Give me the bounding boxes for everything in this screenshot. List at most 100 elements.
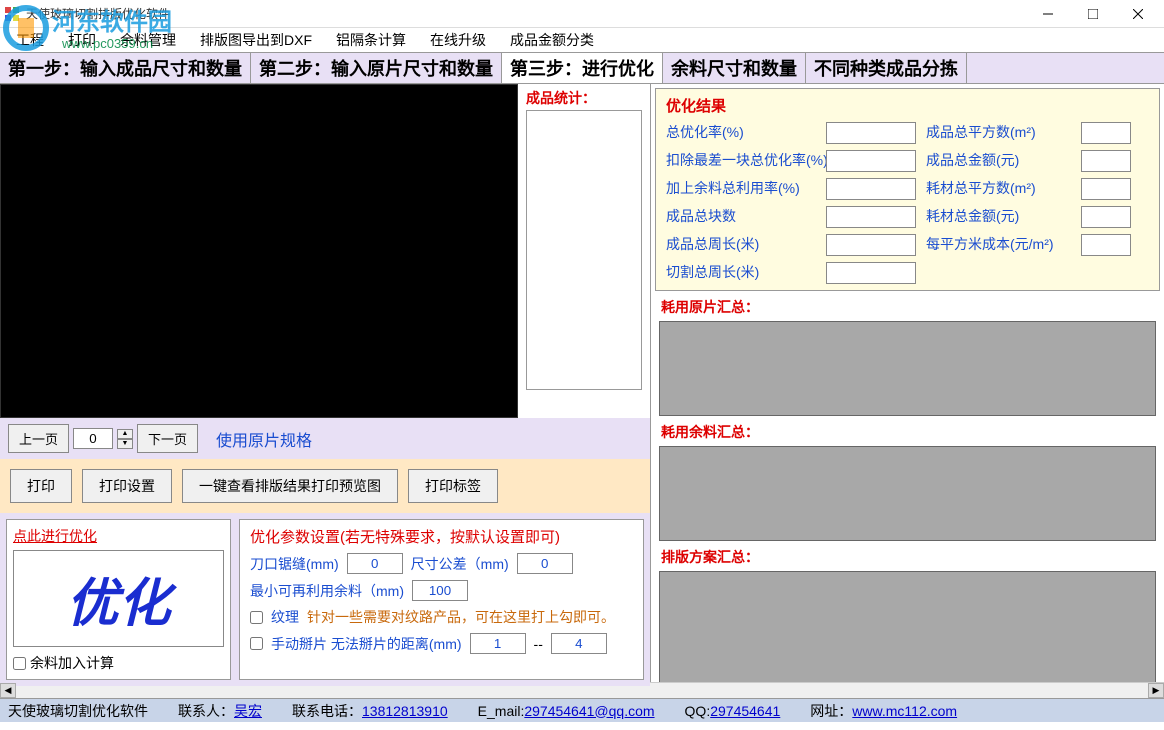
- layout-preview: [0, 84, 518, 418]
- print-settings-button[interactable]: 打印设置: [82, 469, 172, 503]
- page-down-button[interactable]: ▼: [117, 439, 133, 449]
- min-reuse-input[interactable]: [412, 580, 468, 601]
- result-label: 耗材总平方数(m²): [926, 178, 1071, 200]
- scroll-left-button[interactable]: ◀: [0, 683, 16, 698]
- min-reuse-label: 最小可再利用余料（mm): [250, 581, 404, 601]
- tab-step3[interactable]: 第三步：进行优化: [502, 53, 663, 83]
- result-label: 耗材总金额(元): [926, 206, 1071, 228]
- remainder-label: 余料加入计算: [30, 653, 114, 673]
- print-labels-button[interactable]: 打印标签: [408, 469, 498, 503]
- window-title: 天使玻璃切割排版优化软件: [26, 5, 1025, 22]
- maximize-button[interactable]: [1070, 1, 1115, 27]
- manual-input-2[interactable]: [551, 633, 607, 654]
- result-label: 成品总周长(米): [666, 234, 816, 256]
- page-input[interactable]: [73, 428, 113, 449]
- app-icon: [4, 6, 20, 22]
- texture-note: 针对一些需要对纹路产品，可在这里打上勾即可。: [307, 607, 615, 627]
- step-tabs: 第一步：输入成品尺寸和数量 第二步：输入原片尺寸和数量 第三步：进行优化 余料尺…: [0, 52, 1164, 84]
- manual-label: 手动掰片 无法掰片的距离(mm): [271, 634, 462, 654]
- result-label: 成品总块数: [666, 206, 816, 228]
- menubar: 工程 打印 余料管理 排版图导出到DXF 铝隔条计算 在线升级 成品金额分类: [0, 28, 1164, 52]
- results-box: 优化结果 总优化率(%) 成品总平方数(m²) 扣除最差一块总优化率(%) 成品…: [655, 88, 1160, 291]
- next-page-button[interactable]: 下一页: [137, 424, 198, 453]
- result-input-opt-rate[interactable]: [826, 122, 916, 144]
- result-input-perimeter[interactable]: [826, 234, 916, 256]
- spec-label: 使用原片规格: [216, 427, 312, 451]
- tab-remainder[interactable]: 余料尺寸和数量: [663, 53, 806, 83]
- tolerance-input[interactable]: [517, 553, 573, 574]
- optimize-button[interactable]: 优化: [13, 550, 224, 647]
- result-label: 总优化率(%): [666, 122, 816, 144]
- right-panel: 优化结果 总优化率(%) 成品总平方数(m²) 扣除最差一块总优化率(%) 成品…: [650, 84, 1164, 682]
- texture-label: 纹理: [271, 607, 299, 627]
- result-label: 扣除最差一块总优化率(%): [666, 150, 816, 172]
- params-title: 优化参数设置(若无特殊要求，按默认设置即可): [250, 526, 633, 547]
- remainder-summary-grid[interactable]: [659, 446, 1156, 541]
- section-layout-summary-label: 排版方案汇总：: [651, 545, 1164, 569]
- status-web: 网址：www.mc112.com: [810, 701, 957, 721]
- manual-sep: --: [534, 636, 543, 652]
- tab-step1[interactable]: 第一步：输入成品尺寸和数量: [0, 53, 251, 83]
- result-label: 成品总平方数(m²): [926, 122, 1071, 144]
- result-input-total-pieces[interactable]: [826, 206, 916, 228]
- horizontal-scrollbar[interactable]: ◀ ▶: [0, 682, 1164, 698]
- optimize-button-text: 优化: [66, 576, 170, 633]
- remainder-checkbox[interactable]: [13, 657, 26, 670]
- result-input-cut-perimeter[interactable]: [826, 262, 916, 284]
- titlebar: 天使玻璃切割排版优化软件: [0, 0, 1164, 28]
- menu-aluminum[interactable]: 铝隔条计算: [324, 28, 418, 52]
- optimize-link[interactable]: 点此进行优化: [13, 526, 224, 546]
- menu-print[interactable]: 打印: [56, 28, 108, 52]
- status-email: E_mail:297454641@qq.com: [478, 703, 655, 719]
- left-panel: 成品统计： 上一页 ▲ ▼ 下一页 使用原片规格 打印 打印设置 一键查看排版结…: [0, 84, 650, 682]
- results-title: 优化结果: [666, 95, 1149, 116]
- close-button[interactable]: [1115, 1, 1160, 27]
- tab-sort[interactable]: 不同种类成品分拣: [806, 53, 967, 83]
- manual-checkbox[interactable]: [250, 637, 263, 650]
- status-product: 天使玻璃切割优化软件: [8, 701, 148, 721]
- result-label: 每平方米成本(元/m²): [926, 234, 1071, 256]
- main-content: 成品统计： 上一页 ▲ ▼ 下一页 使用原片规格 打印 打印设置 一键查看排版结…: [0, 84, 1164, 682]
- raw-summary-grid[interactable]: [659, 321, 1156, 416]
- params-box: 优化参数设置(若无特殊要求，按默认设置即可) 刀口锯缝(mm) 尺寸公差（mm)…: [239, 519, 644, 680]
- section-remainder-summary-label: 耗用余料汇总：: [651, 420, 1164, 444]
- result-input-total-sqm[interactable]: [1081, 122, 1131, 144]
- result-input-material-sqm[interactable]: [1081, 178, 1131, 200]
- status-contact: 联系人：吴宏: [178, 701, 262, 721]
- menu-export-dxf[interactable]: 排版图导出到DXF: [188, 28, 324, 52]
- result-input-total-amount[interactable]: [1081, 150, 1131, 172]
- print-preview-button[interactable]: 一键查看排版结果打印预览图: [182, 469, 398, 503]
- kerf-label: 刀口锯缝(mm): [250, 554, 339, 574]
- result-label: 加上余料总利用率(%): [666, 178, 816, 200]
- tolerance-label: 尺寸公差（mm): [411, 554, 509, 574]
- texture-checkbox[interactable]: [250, 611, 263, 624]
- stats-listbox[interactable]: [526, 110, 642, 390]
- prev-page-button[interactable]: 上一页: [8, 424, 69, 453]
- manual-input-1[interactable]: [470, 633, 526, 654]
- optimize-box: 点此进行优化 优化 余料加入计算: [6, 519, 231, 680]
- result-input-material-amount[interactable]: [1081, 206, 1131, 228]
- menu-project[interactable]: 工程: [4, 28, 56, 52]
- layout-summary-grid[interactable]: [659, 571, 1156, 682]
- menu-upgrade[interactable]: 在线升级: [418, 28, 498, 52]
- status-phone: 联系电话：13812813910: [292, 701, 448, 721]
- statusbar: 天使玻璃切割优化软件 联系人：吴宏 联系电话：13812813910 E_mai…: [0, 698, 1164, 722]
- status-qq: QQ:297454641: [685, 703, 781, 719]
- scroll-right-button[interactable]: ▶: [1148, 683, 1164, 698]
- stats-label: 成品统计：: [526, 88, 642, 108]
- page-up-button[interactable]: ▲: [117, 429, 133, 439]
- pager-row: 上一页 ▲ ▼ 下一页 使用原片规格: [0, 418, 650, 459]
- section-raw-summary-label: 耗用原片汇总：: [651, 295, 1164, 319]
- result-input-plus-remainder[interactable]: [826, 178, 916, 200]
- result-input-cost-per-sqm[interactable]: [1081, 234, 1131, 256]
- kerf-input[interactable]: [347, 553, 403, 574]
- minimize-button[interactable]: [1025, 1, 1070, 27]
- tab-step2[interactable]: 第二步：输入原片尺寸和数量: [251, 53, 502, 83]
- result-label: 成品总金额(元): [926, 150, 1071, 172]
- result-label: 切割总周长(米): [666, 262, 816, 284]
- result-input-exclude-worst[interactable]: [826, 150, 916, 172]
- menu-classify[interactable]: 成品金额分类: [498, 28, 606, 52]
- print-button[interactable]: 打印: [10, 469, 72, 503]
- print-row: 打印 打印设置 一键查看排版结果打印预览图 打印标签: [0, 459, 650, 513]
- menu-remainder[interactable]: 余料管理: [108, 28, 188, 52]
